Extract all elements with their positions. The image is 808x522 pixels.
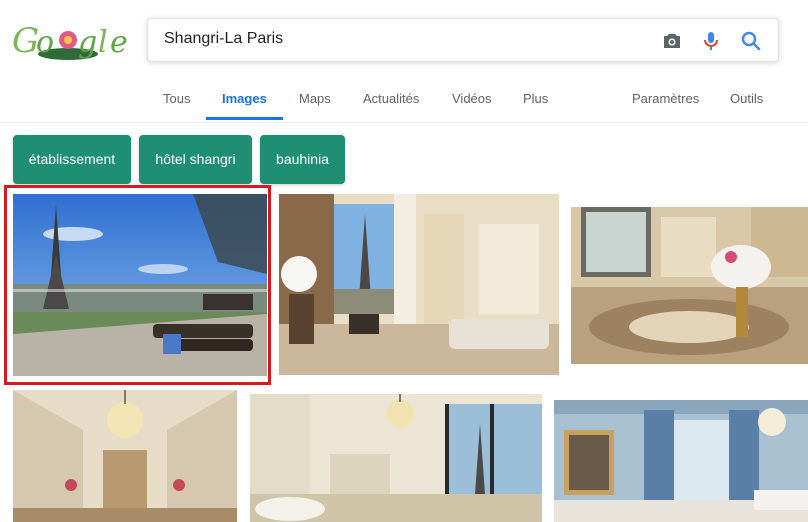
tab-news[interactable]: Actualités [363,91,419,106]
svg-text:l: l [98,25,108,60]
image-result-suite-eiffel-view[interactable] [279,194,559,375]
chip-hotel-shangri[interactable]: hôtel shangri [139,135,252,184]
tab-more[interactable]: Plus [523,91,548,106]
chip-bauhinia[interactable]: bauhinia [260,135,345,184]
tab-all[interactable]: Tous [163,91,190,106]
google-doodle-logo[interactable]: G o g l e [12,18,130,62]
search-tabs: Tous Images Maps Actualités Vidéos Plus … [0,84,808,123]
svg-text:o: o [36,25,54,60]
camera-icon[interactable] [660,29,684,53]
image-result-corridor-chandelier[interactable] [13,390,237,522]
tab-images[interactable]: Images [222,91,267,106]
settings-link[interactable]: Paramètres [632,91,699,106]
search-input[interactable]: Shangri-La Paris [164,30,283,48]
search-box[interactable]: Shangri-La Paris [147,18,779,62]
tools-link[interactable]: Outils [730,91,763,106]
microphone-icon[interactable] [699,29,723,53]
tab-maps[interactable]: Maps [299,91,331,106]
svg-text:e: e [110,25,128,60]
tab-videos[interactable]: Vidéos [452,91,492,106]
selected-image-highlight [4,185,271,385]
svg-text:g: g [78,25,97,60]
active-tab-indicator [206,117,283,120]
image-result-room-eiffel-window[interactable] [250,394,542,522]
chip-etablissement[interactable]: établissement [13,135,131,184]
image-result-marble-lobby[interactable] [571,207,808,364]
image-result-blue-bedroom[interactable] [554,400,808,522]
search-icon[interactable] [739,29,763,53]
